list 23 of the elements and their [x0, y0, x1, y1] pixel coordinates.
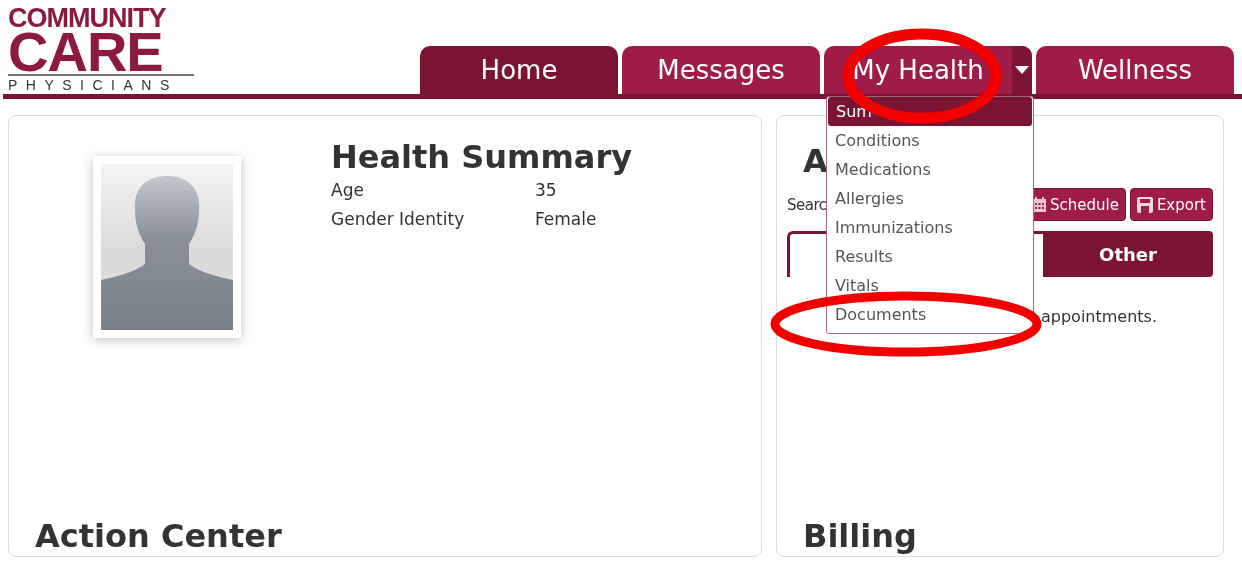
- action-button[interactable]: Export: [1129, 188, 1213, 221]
- menu-item[interactable]: Vitals: [827, 271, 1033, 300]
- field-value: 35: [535, 179, 557, 202]
- field-value: Female: [535, 208, 597, 231]
- section-title: Action Center: [35, 518, 282, 554]
- caret-icon[interactable]: [1015, 66, 1029, 74]
- nav-tab[interactable]: Wellness: [1036, 46, 1234, 94]
- logo-text: CARE: [8, 30, 163, 74]
- logo-text: COMMUNITY: [8, 6, 167, 30]
- section-title: A: [803, 142, 828, 180]
- menu-item[interactable]: Conditions: [827, 126, 1033, 155]
- section-title: Billing: [803, 518, 917, 554]
- field-label: Age: [331, 179, 365, 202]
- filter-tab[interactable]: Other: [1043, 231, 1213, 277]
- section-title: Health Summary: [331, 138, 632, 176]
- nav-tab[interactable]: Messages: [622, 46, 820, 94]
- menu-item[interactable]: Medications: [827, 155, 1033, 184]
- empty-message: appointments.: [1041, 307, 1159, 326]
- nav-tab[interactable]: Home: [420, 46, 618, 94]
- field-label: Gender Identity: [331, 208, 466, 231]
- menu-item[interactable]: Results: [827, 242, 1033, 271]
- save-icon: [1136, 196, 1153, 213]
- search-label: Searc: [787, 195, 827, 214]
